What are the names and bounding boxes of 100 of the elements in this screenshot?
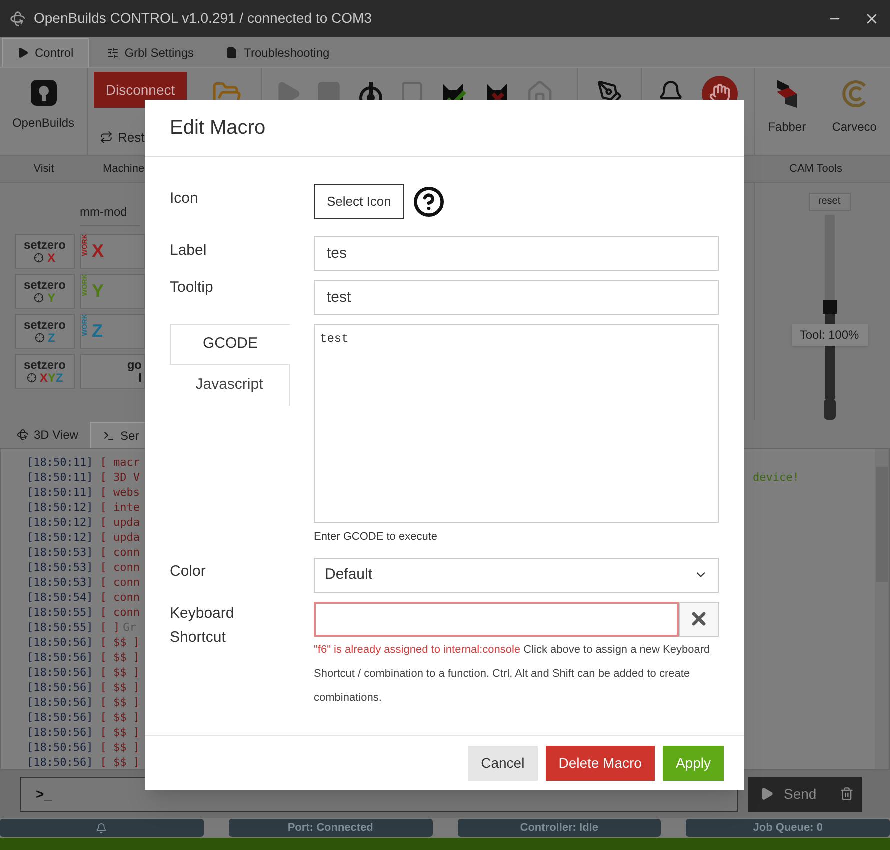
console-tag: [ $$ ] xyxy=(100,665,140,680)
field-label: Label xyxy=(170,241,208,261)
console-time: [18:50:12] xyxy=(27,530,94,545)
tab[interactable]: Grbl Settings xyxy=(92,38,208,67)
console-tag: [ $$ ] xyxy=(100,695,140,710)
console-tag: [ $$ ] xyxy=(100,635,140,650)
console-text: device! xyxy=(753,471,800,484)
disconnect-button[interactable]: Disconnect xyxy=(94,72,187,108)
console-time: [18:50:54] xyxy=(27,590,94,605)
bell-icon xyxy=(96,822,108,834)
goto-button[interactable]: go l xyxy=(80,354,145,389)
console-tag: [ $$ ] xyxy=(100,650,140,665)
code-editor[interactable]: test xyxy=(314,324,719,523)
console-time: [18:50:56] xyxy=(27,725,94,740)
play-icon xyxy=(760,787,774,801)
window-title: OpenBuilds CONTROL v1.0.291 / connected to COM3 xyxy=(34,9,373,28)
console-time: [18:50:55] xyxy=(27,620,94,635)
console-time: [18:50:56] xyxy=(27,680,94,695)
tab[interactable]: Troubleshooting xyxy=(212,38,344,67)
console-tag: [ $$ ] xyxy=(100,740,140,755)
shortcut-input[interactable] xyxy=(314,602,679,636)
slider-tooltip: Tool: 100% xyxy=(792,324,868,346)
console-time: [18:50:53] xyxy=(27,560,94,575)
console-tag: [ $$ ] xyxy=(100,680,140,695)
reset-icon xyxy=(100,131,113,144)
console-time: [18:50:56] xyxy=(27,695,94,710)
setzero-button[interactable]: setzero X xyxy=(15,234,75,269)
console-tag: [ webs xyxy=(100,485,140,500)
console-tag: [ 3D V xyxy=(100,470,140,485)
logo-icon[interactable] xyxy=(28,78,58,108)
tooltip-input[interactable]: test xyxy=(314,280,719,315)
setzero-button[interactable]: setzero XYZ xyxy=(15,354,75,389)
console-time: [18:50:12] xyxy=(27,515,94,530)
console-tag: [ upda xyxy=(100,515,140,530)
clear-button[interactable] xyxy=(679,602,719,636)
console-tag: [ $$ ] xyxy=(100,755,140,770)
field-label: Icon xyxy=(170,189,200,209)
status-pill: Port: Connected xyxy=(228,819,432,837)
cam-tool-label[interactable]: Carveco xyxy=(832,118,877,136)
field-label: Tooltip xyxy=(170,278,214,298)
slider-knob[interactable] xyxy=(824,398,836,420)
tab[interactable]: 3D View xyxy=(5,422,90,448)
select-icon-button[interactable]: Select Icon xyxy=(314,184,404,219)
reset-machine-button[interactable]: Rest xyxy=(118,128,145,148)
status-pill: Job Queue: 0 xyxy=(686,819,890,837)
logo-label: OpenBuilds xyxy=(12,115,75,132)
apply-button[interactable]: Apply xyxy=(662,746,724,780)
group-label: CAM Tools xyxy=(788,162,844,177)
delete-button[interactable]: Delete Macro xyxy=(546,746,655,780)
cancel-button[interactable]: Cancel xyxy=(468,746,538,780)
console-time: [18:50:56] xyxy=(27,755,94,770)
setzero-button[interactable]: setzero Y xyxy=(15,274,75,309)
sliders-icon xyxy=(106,46,119,58)
play-icon xyxy=(17,47,29,59)
field-label: Keyboard Shortcut xyxy=(170,604,236,648)
reset-spindle-button[interactable]: reset xyxy=(808,193,850,211)
console-time: [18:50:56] xyxy=(27,635,94,650)
trash-icon[interactable] xyxy=(840,787,854,801)
app-icon xyxy=(10,10,26,26)
console-time: [18:50:56] xyxy=(27,740,94,755)
console-time: [18:50:56] xyxy=(27,665,94,680)
shortcut-help-text: "f6" is already assigned to internal:console Click above to assign a new Keyboard Shortcut / combination to a function. Ctrl, Alt and Shift can be added to create combinations. xyxy=(314,642,712,706)
console-time: [18:50:11] xyxy=(27,470,94,485)
console-tag: [ macr xyxy=(100,455,140,470)
unit-select[interactable]: mm-mod xyxy=(80,203,140,226)
label-input[interactable]: tes xyxy=(314,236,719,271)
console-tag: [ $$ ] xyxy=(100,725,140,740)
console-tag: [ ] xyxy=(100,620,120,635)
setzero-button[interactable]: setzero Z xyxy=(15,314,75,349)
status-pill: Controller: Idle xyxy=(458,819,662,837)
console-tag: [ conn xyxy=(100,575,140,590)
code-tab[interactable]: GCODE xyxy=(170,324,290,365)
slider-thumb[interactable] xyxy=(822,300,836,314)
crosshair-icon xyxy=(26,373,37,383)
console-time: [18:50:53] xyxy=(27,575,94,590)
console-tag: [ conn xyxy=(100,590,140,605)
group-label: Visit xyxy=(32,162,56,177)
crosshair-icon xyxy=(34,253,44,263)
console-time: [18:50:12] xyxy=(27,500,94,515)
cube-rotate-icon xyxy=(17,429,29,441)
console-tag: [ conn xyxy=(100,545,140,560)
console-tag: [ $$ ] xyxy=(100,710,140,725)
document-icon xyxy=(226,46,238,58)
cam-tool-label[interactable]: Fabber xyxy=(768,118,806,136)
group-label: Machine xyxy=(102,162,145,177)
color-select[interactable]: Default xyxy=(314,558,719,592)
tab[interactable]: Control xyxy=(2,38,89,67)
field-label: Color xyxy=(170,562,207,582)
console-time: [18:50:53] xyxy=(27,545,94,560)
help-icon[interactable] xyxy=(413,186,446,218)
console-tag: [ conn xyxy=(100,560,140,575)
console-time: [18:50:11] xyxy=(27,485,94,500)
dialog-title: Edit Macro xyxy=(170,116,266,141)
crosshair-icon xyxy=(34,293,44,303)
console-time: [18:50:56] xyxy=(27,710,94,725)
console-tag: [ conn xyxy=(100,605,140,620)
console-time: [18:50:56] xyxy=(27,650,94,665)
console-time: [18:50:55] xyxy=(27,605,94,620)
console-time: [18:50:11] xyxy=(27,455,94,470)
terminal-icon xyxy=(103,430,116,442)
